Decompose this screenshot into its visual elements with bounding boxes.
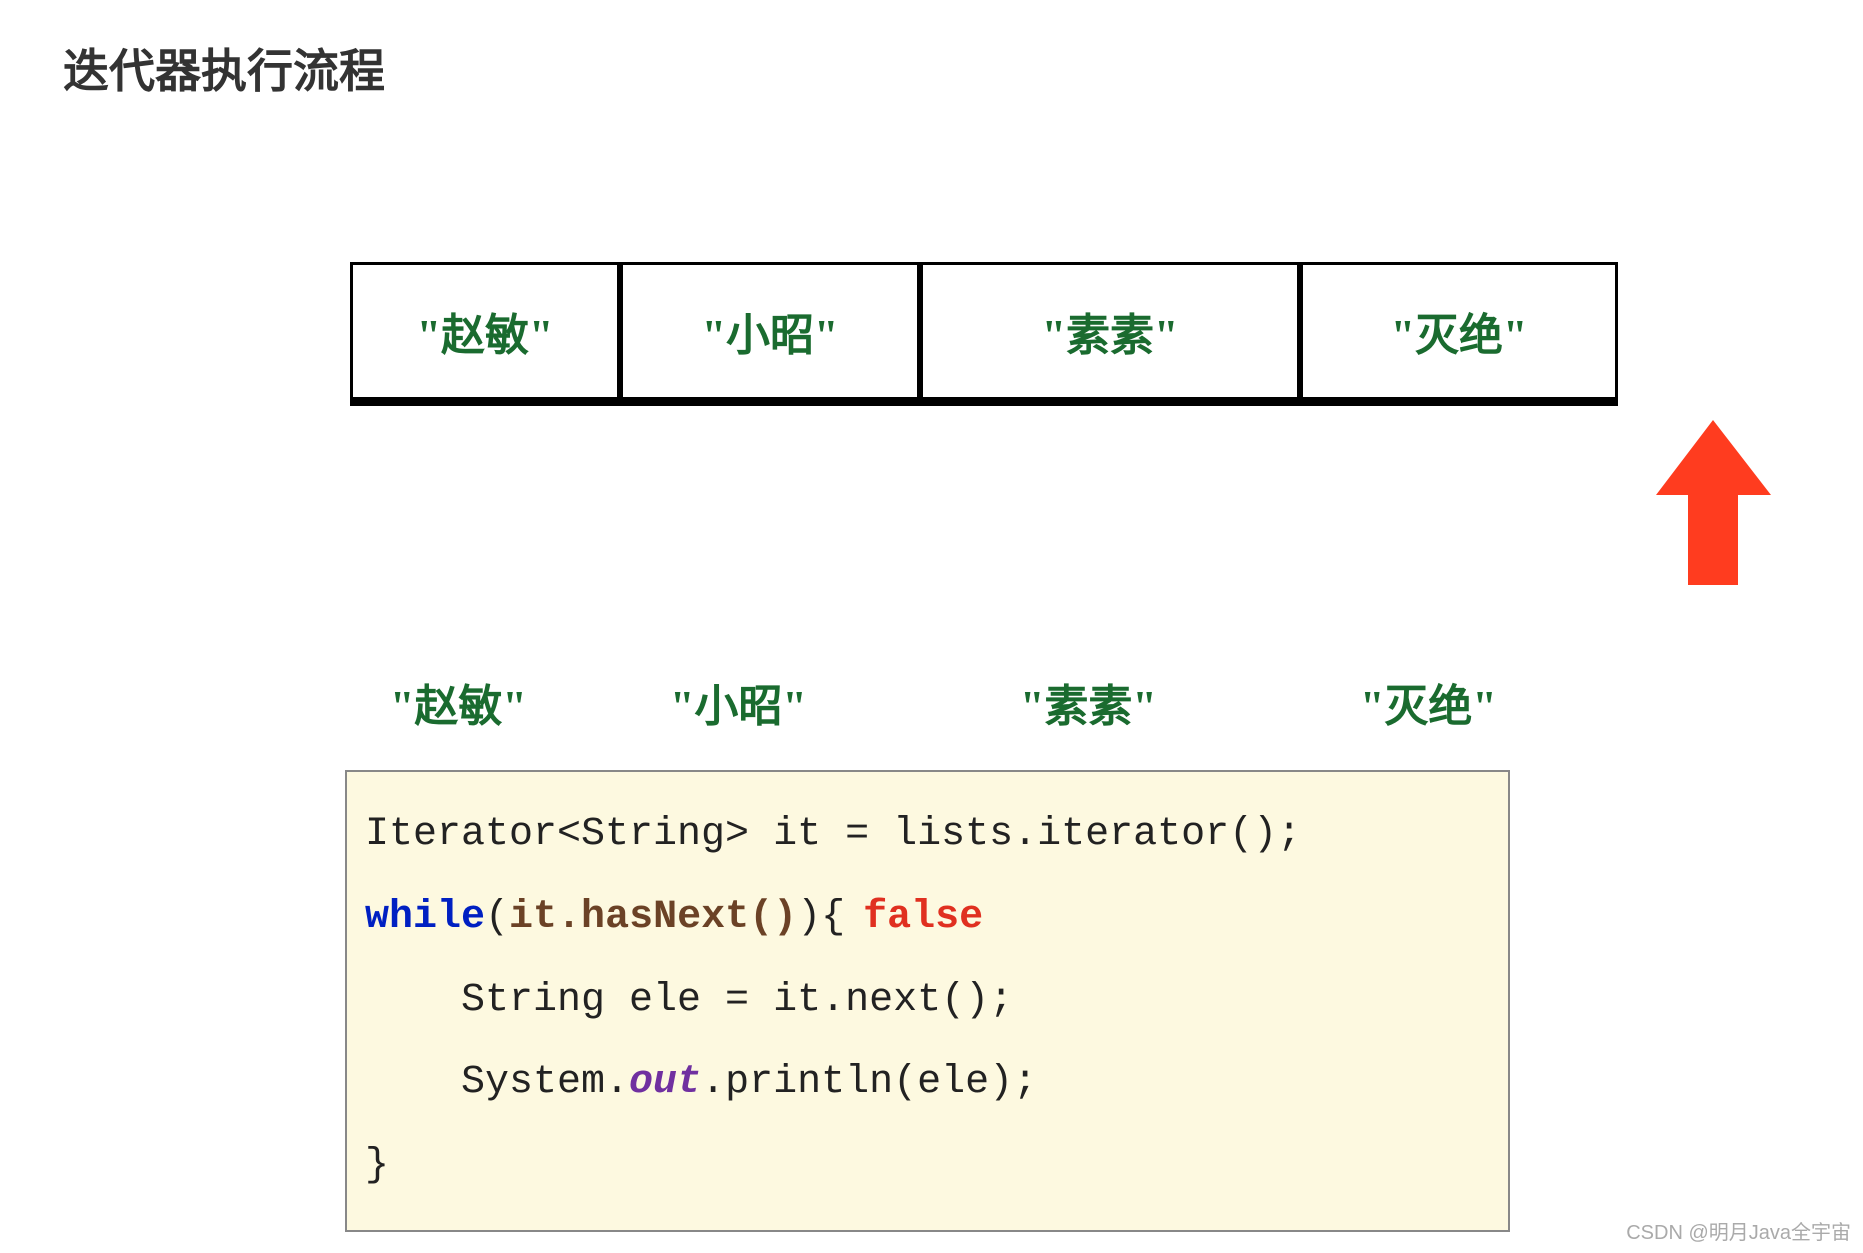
output-row: "赵敏" "小昭" "素素" "灭绝" xyxy=(390,670,1560,734)
code-line: String ele = it.next(); xyxy=(365,960,1490,1043)
watermark: CSDN @明月Java全宇宙 xyxy=(1626,1216,1851,1245)
array-cell: "素素" xyxy=(920,262,1300,400)
array-row: "赵敏" "小昭" "素素" "灭绝" xyxy=(350,262,1618,406)
code-line: while(it.hasNext()){false xyxy=(365,877,1490,960)
output-item: "素素" xyxy=(1020,670,1360,734)
method-hasnext: it.hasNext() xyxy=(509,895,797,940)
code-line: Iterator<String> it = lists.iterator(); xyxy=(365,794,1490,877)
array-cell: "灭绝" xyxy=(1300,262,1618,400)
annotation-false: false xyxy=(863,895,983,940)
code-line: } xyxy=(365,1125,1490,1208)
field-out: out xyxy=(629,1060,701,1105)
keyword-while: while xyxy=(365,895,485,940)
array-cell: "小昭" xyxy=(620,262,920,400)
code-block: Iterator<String> it = lists.iterator(); … xyxy=(345,770,1510,1232)
array-cell: "赵敏" xyxy=(350,262,620,400)
output-item: "赵敏" xyxy=(390,670,670,734)
code-line: System.out.println(ele); xyxy=(365,1042,1490,1125)
output-item: "灭绝" xyxy=(1360,670,1560,734)
up-arrow-icon xyxy=(1656,420,1771,590)
page-title: 迭代器执行流程 xyxy=(63,35,385,101)
output-item: "小昭" xyxy=(670,670,1020,734)
